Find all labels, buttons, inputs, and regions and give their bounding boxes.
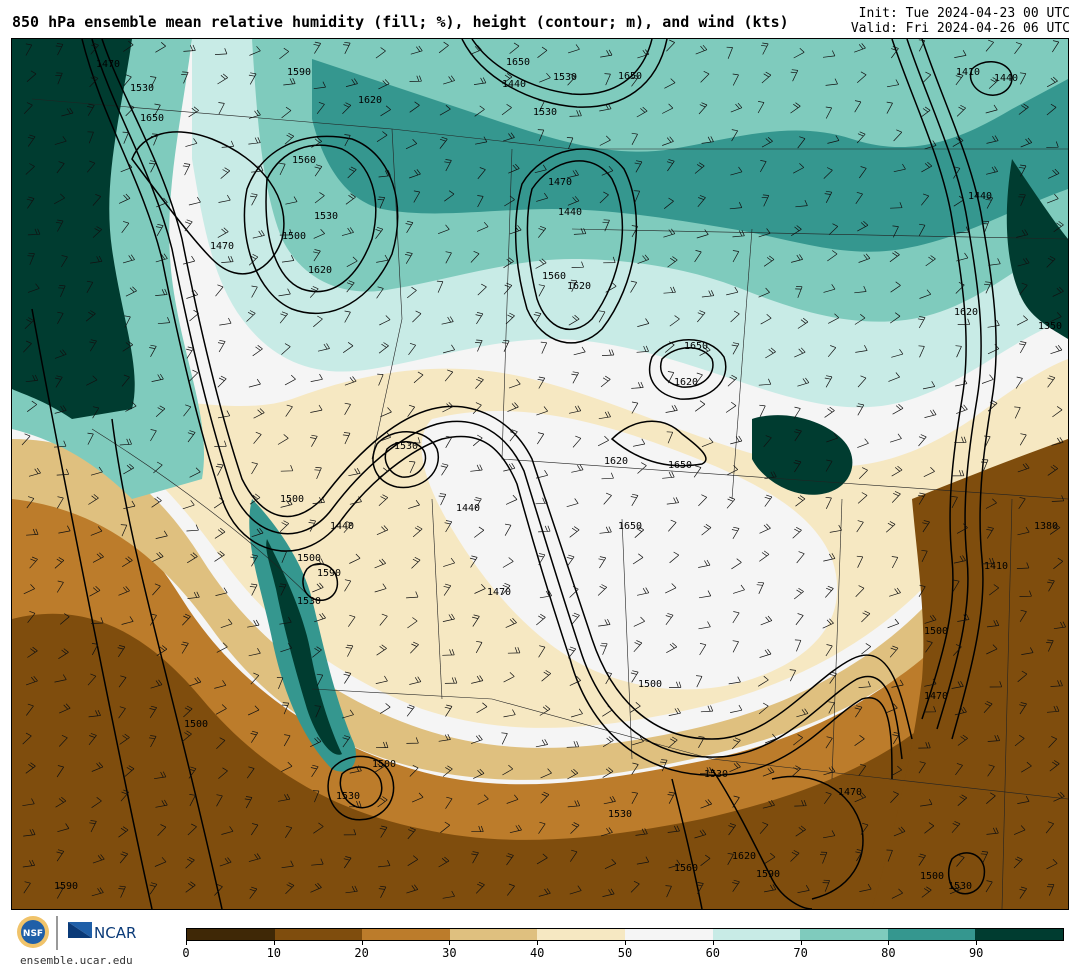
contour-label: 1500 <box>924 626 948 637</box>
contour-label: 1650 <box>684 341 708 352</box>
contour-label: 1530 <box>608 809 632 820</box>
contour-label: 1560 <box>542 271 566 282</box>
site-url: ensemble.ucar.edu <box>20 954 133 967</box>
colorbar-tick <box>361 941 363 945</box>
colorbar-segment <box>274 929 363 940</box>
nsf-logo: NSF <box>17 916 49 948</box>
humidity-map: 1470 1530 1560 1590 1620 1650 1440 1530 … <box>11 38 1069 910</box>
contour-label: 1530 <box>553 72 577 83</box>
contour-label: 1590 <box>287 67 311 78</box>
contour-label: 1560 <box>292 155 316 166</box>
contour-label: 1500 <box>282 231 306 242</box>
colorbar-segment <box>975 929 1063 940</box>
contour-label: 1530 <box>130 83 154 94</box>
contour-label: 1560 <box>674 863 698 874</box>
svg-text:NSF: NSF <box>23 929 43 939</box>
contour-label: 1440 <box>558 207 582 218</box>
ncar-logo: NCAR <box>68 922 136 942</box>
colorbar-tick-label: 60 <box>705 946 721 960</box>
contour-label: 1620 <box>954 307 978 318</box>
colorbar-tick <box>976 941 978 945</box>
humidity-colorbar <box>186 928 1064 941</box>
colorbar-tick-label: 70 <box>793 946 808 960</box>
run-info: Init: Tue 2024-04-23 00 UTC Valid: Fri 2… <box>851 6 1070 36</box>
colorbar-tick-label: 20 <box>354 946 369 960</box>
contour-label: 1530 <box>533 107 557 118</box>
colorbar-ticks: 0 10 20 30 40 50 60 70 80 90 <box>182 941 1064 971</box>
contour-label: 1500 <box>638 679 662 690</box>
colorbar-tick <box>273 941 275 945</box>
contour-label: 1410 <box>956 67 980 78</box>
contour-label: 1350 <box>1038 321 1062 332</box>
colorbar-tick-label: 30 <box>442 946 457 960</box>
colorbar-tick <box>449 941 451 945</box>
valid-time: Valid: Fri 2024-04-26 06 UTC <box>850 21 1070 36</box>
colorbar-tick <box>800 941 802 945</box>
colorbar-tick-label: 90 <box>968 946 984 960</box>
contour-label: 1500 <box>297 553 321 564</box>
contour-label: 1530 <box>336 791 360 802</box>
colorbar-tick-label: 10 <box>266 946 282 960</box>
contour-label: 1650 <box>668 460 692 471</box>
colorbar-segment <box>449 929 538 940</box>
contour-label: 1470 <box>548 177 572 188</box>
contour-label: 1650 <box>506 57 530 68</box>
colorbar-segment <box>800 929 888 940</box>
svg-text:NCAR: NCAR <box>94 924 136 942</box>
contour-label: 1440 <box>456 503 480 514</box>
contour-label: 1500 <box>920 871 944 882</box>
contour-label: 1440 <box>994 73 1018 84</box>
contour-label: 1590 <box>317 568 341 579</box>
colorbar-tick <box>625 941 626 945</box>
contour-label: 1470 <box>210 241 234 252</box>
contour-label: 1470 <box>838 787 862 798</box>
contour-label: 1620 <box>358 95 382 106</box>
contour-label: 1500 <box>184 719 208 730</box>
colorbar-segment <box>624 929 713 940</box>
page-title: 850 hPa ensemble mean relative humidity … <box>12 13 789 31</box>
contour-label: 1590 <box>756 869 780 880</box>
colorbar-segment <box>362 929 450 940</box>
colorbar-tick <box>537 941 539 945</box>
contour-label: 1470 <box>924 691 948 702</box>
contour-label: 1440 <box>502 79 526 90</box>
colorbar-tick-label: 80 <box>881 946 896 960</box>
contour-label: 1530 <box>948 881 972 892</box>
colorbar-tick <box>186 941 187 945</box>
contour-label: 1620 <box>732 851 756 862</box>
contour-label: 1440 <box>330 521 354 532</box>
colorbar-tick <box>888 941 890 945</box>
colorbar-tick-label: 40 <box>529 946 545 960</box>
colorbar-tick-label: 0 <box>182 946 190 960</box>
colorbar-segment <box>712 929 801 940</box>
colorbar-tick <box>712 941 714 945</box>
contour-label: 1500 <box>280 494 304 505</box>
contour-label: 1590 <box>54 881 78 892</box>
contour-label: 1620 <box>604 456 628 467</box>
contour-label: 1530 <box>394 441 418 452</box>
contour-label: 1620 <box>308 265 332 276</box>
contour-label: 1530 <box>704 769 728 780</box>
map-canvas: 1470 1530 1560 1590 1620 1650 1440 1530 … <box>12 39 1068 909</box>
init-time: Init: Tue 2024-04-23 00 UTC <box>858 6 1070 21</box>
colorbar-tick-label: 50 <box>617 946 633 960</box>
colorbar-segment <box>187 929 275 940</box>
contour-label: 1650 <box>140 113 164 124</box>
contour-label: 1620 <box>674 377 698 388</box>
contour-label: 1650 <box>618 521 642 532</box>
contour-label: 1500 <box>372 759 396 770</box>
logos: NSF NCAR <box>17 916 136 950</box>
colorbar-segment <box>887 929 976 940</box>
colorbar-segment <box>537 929 625 940</box>
contour-label: 1410 <box>984 561 1008 572</box>
contour-label: 1530 <box>314 211 338 222</box>
contour-label: 1530 <box>297 596 321 607</box>
contour-label: 1440 <box>968 191 992 202</box>
contour-label: 1470 <box>96 59 120 70</box>
